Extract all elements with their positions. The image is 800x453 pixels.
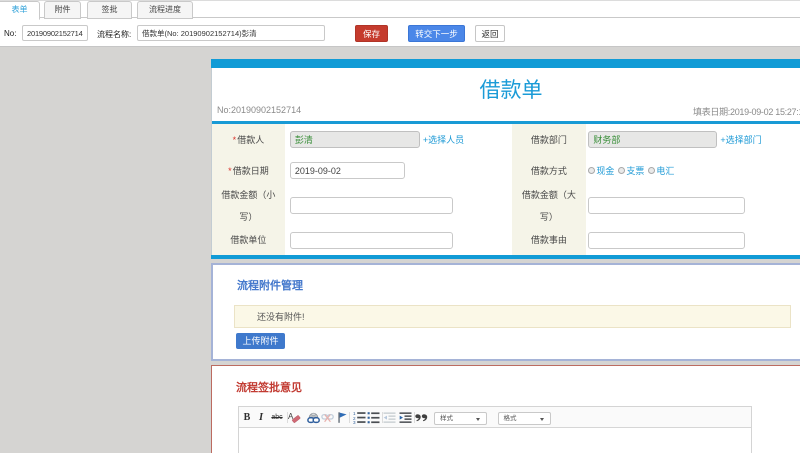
borrow-method-label: 借款方式	[511, 155, 587, 186]
strikethrough-icon[interactable]: abc	[269, 411, 285, 424]
format-combo[interactable]: 格式	[497, 411, 551, 425]
remove-format-icon[interactable]: A	[288, 411, 301, 424]
borrow-method-radios: 现金 支票 电汇	[588, 164, 678, 177]
amount-upper-input[interactable]	[588, 197, 746, 214]
form-row-2: *借款日期 借款方式 现金 支票 电汇	[212, 155, 800, 186]
borrow-reason-label: 借款事由	[511, 225, 587, 255]
form-bottom-bar	[211, 254, 800, 259]
radio-wire[interactable]	[648, 167, 656, 174]
label-text: 借款金额（大写）	[521, 189, 576, 222]
form-top-bar	[211, 59, 800, 68]
caret-down-icon	[539, 417, 544, 421]
save-button[interactable]: 保存	[355, 25, 388, 42]
label-text: 借款金额（小写）	[221, 189, 276, 222]
unlink-icon[interactable]	[321, 411, 334, 424]
amount-lower-label: 借款金额（小写）	[212, 185, 285, 226]
form-date: 填表日期:2019-09-02 15:27:1	[693, 107, 800, 117]
flow-name-label: 流程名称:	[97, 30, 132, 39]
styles-combo[interactable]: 样式	[434, 411, 487, 425]
top-bar: 表单 附件 签批 流程进度 No: 流程名称: 保存 转交下一步 返回	[0, 0, 800, 47]
anchor-flag-icon[interactable]	[335, 411, 348, 424]
radio-wire-label: 电汇	[656, 166, 675, 176]
form-title: 借款单	[479, 78, 543, 102]
flow-name-input[interactable]	[137, 25, 325, 41]
blockquote-icon[interactable]	[415, 411, 428, 424]
back-button[interactable]: 返回	[475, 25, 505, 42]
ordered-list-icon[interactable]: 1 2 3	[353, 411, 366, 424]
signature-panel: 流程签批意见 B I abc A 1 2 3 样式 格式	[211, 365, 800, 453]
borrow-unit-label: 借款单位	[212, 225, 285, 255]
no-input[interactable]	[22, 25, 88, 41]
borrower-label: *借款人	[212, 123, 285, 156]
label-text: 借款部门	[530, 134, 567, 145]
borrow-date-label: *借款日期	[212, 155, 285, 186]
toolbar-separator	[349, 412, 350, 423]
rich-text-editor: B I abc A 1 2 3 样式 格式	[238, 406, 752, 453]
attachment-heading: 流程附件管理	[237, 280, 303, 292]
attachment-panel: 流程附件管理 还没有附件! 上传附件	[211, 263, 800, 361]
caret-down-icon	[476, 417, 480, 421]
form-row-4: 借款单位 借款事由	[212, 225, 800, 255]
form-no: No:20190902152714	[217, 105, 302, 115]
svg-text:3: 3	[353, 420, 356, 424]
form-row-3: 借款金额（小写） 借款金额（大写）	[212, 185, 800, 226]
borrower-input[interactable]	[289, 131, 420, 148]
bold-icon[interactable]: B	[242, 411, 252, 424]
label-text: *借款人	[232, 134, 265, 145]
upload-attachment-button[interactable]: 上传附件	[236, 333, 285, 349]
editor-toolbar: B I abc A 1 2 3 样式 格式	[239, 407, 751, 428]
editor-content[interactable]	[239, 428, 751, 453]
combo-label: 样式	[440, 414, 453, 422]
borrow-unit-input[interactable]	[289, 231, 453, 249]
next-step-button[interactable]: 转交下一步	[408, 25, 465, 42]
select-person-link[interactable]: +选择人员	[423, 133, 464, 146]
form-row-1: *借款人 +选择人员 借款部门 +选择部门	[212, 123, 800, 156]
combo-label: 格式	[503, 414, 517, 422]
label-text: 借款单位	[230, 235, 267, 245]
borrow-dept-label: 借款部门	[511, 123, 587, 156]
italic-icon[interactable]: I	[257, 411, 265, 424]
bulleted-list-icon[interactable]	[367, 411, 380, 424]
select-dept-link[interactable]: +选择部门	[720, 133, 761, 146]
radio-cheque[interactable]	[618, 167, 626, 174]
amount-lower-input[interactable]	[289, 197, 453, 214]
label-text: 借款事由	[530, 235, 567, 245]
borrow-reason-input[interactable]	[588, 231, 746, 249]
radio-cash[interactable]	[588, 167, 596, 174]
no-label: No:	[4, 29, 17, 38]
radio-cash-label: 现金	[596, 166, 615, 176]
radio-cheque-label: 支票	[626, 166, 645, 176]
link-icon[interactable]	[306, 411, 320, 424]
required-asterisk: *	[232, 134, 237, 145]
label-text: *借款日期	[228, 165, 269, 176]
required-asterisk: *	[228, 165, 232, 176]
action-bar: No: 流程名称: 保存 转交下一步 返回	[0, 0, 800, 47]
label-text: 借款方式	[530, 165, 567, 176]
borrow-dept-input[interactable]	[588, 131, 718, 148]
indent-icon[interactable]	[399, 411, 412, 424]
signature-heading: 流程签批意见	[236, 382, 302, 394]
page: 表单 附件 签批 流程进度 No: 流程名称: 保存 转交下一步 返回 借款单 …	[0, 0, 800, 453]
outdent-icon[interactable]	[383, 411, 396, 424]
form-panel: 借款单 No:20190902152714 填表日期:2019-09-02 15…	[211, 59, 800, 259]
borrow-date-input[interactable]	[289, 162, 405, 179]
attachment-empty-box: 还没有附件!	[234, 305, 791, 328]
amount-upper-label: 借款金额（大写）	[511, 185, 587, 226]
